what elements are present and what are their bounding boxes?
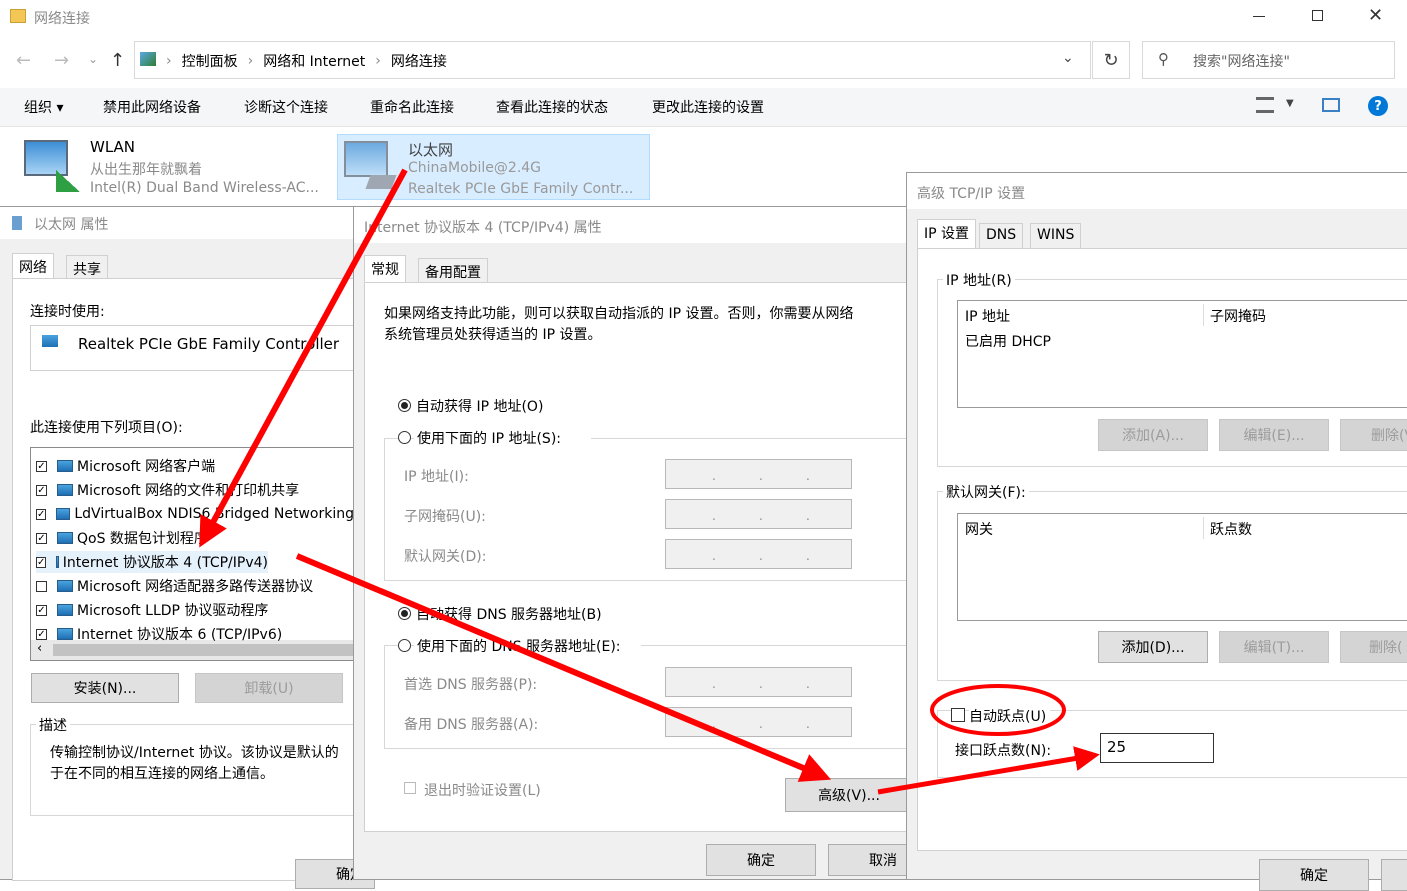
annotation-arrow-3 — [877, 746, 1100, 795]
annotation-arrow-2 — [295, 553, 832, 782]
annotation-overlay — [199, 168, 1100, 795]
annotation-arrow-1 — [199, 168, 408, 548]
annotation-circle — [930, 684, 1066, 736]
